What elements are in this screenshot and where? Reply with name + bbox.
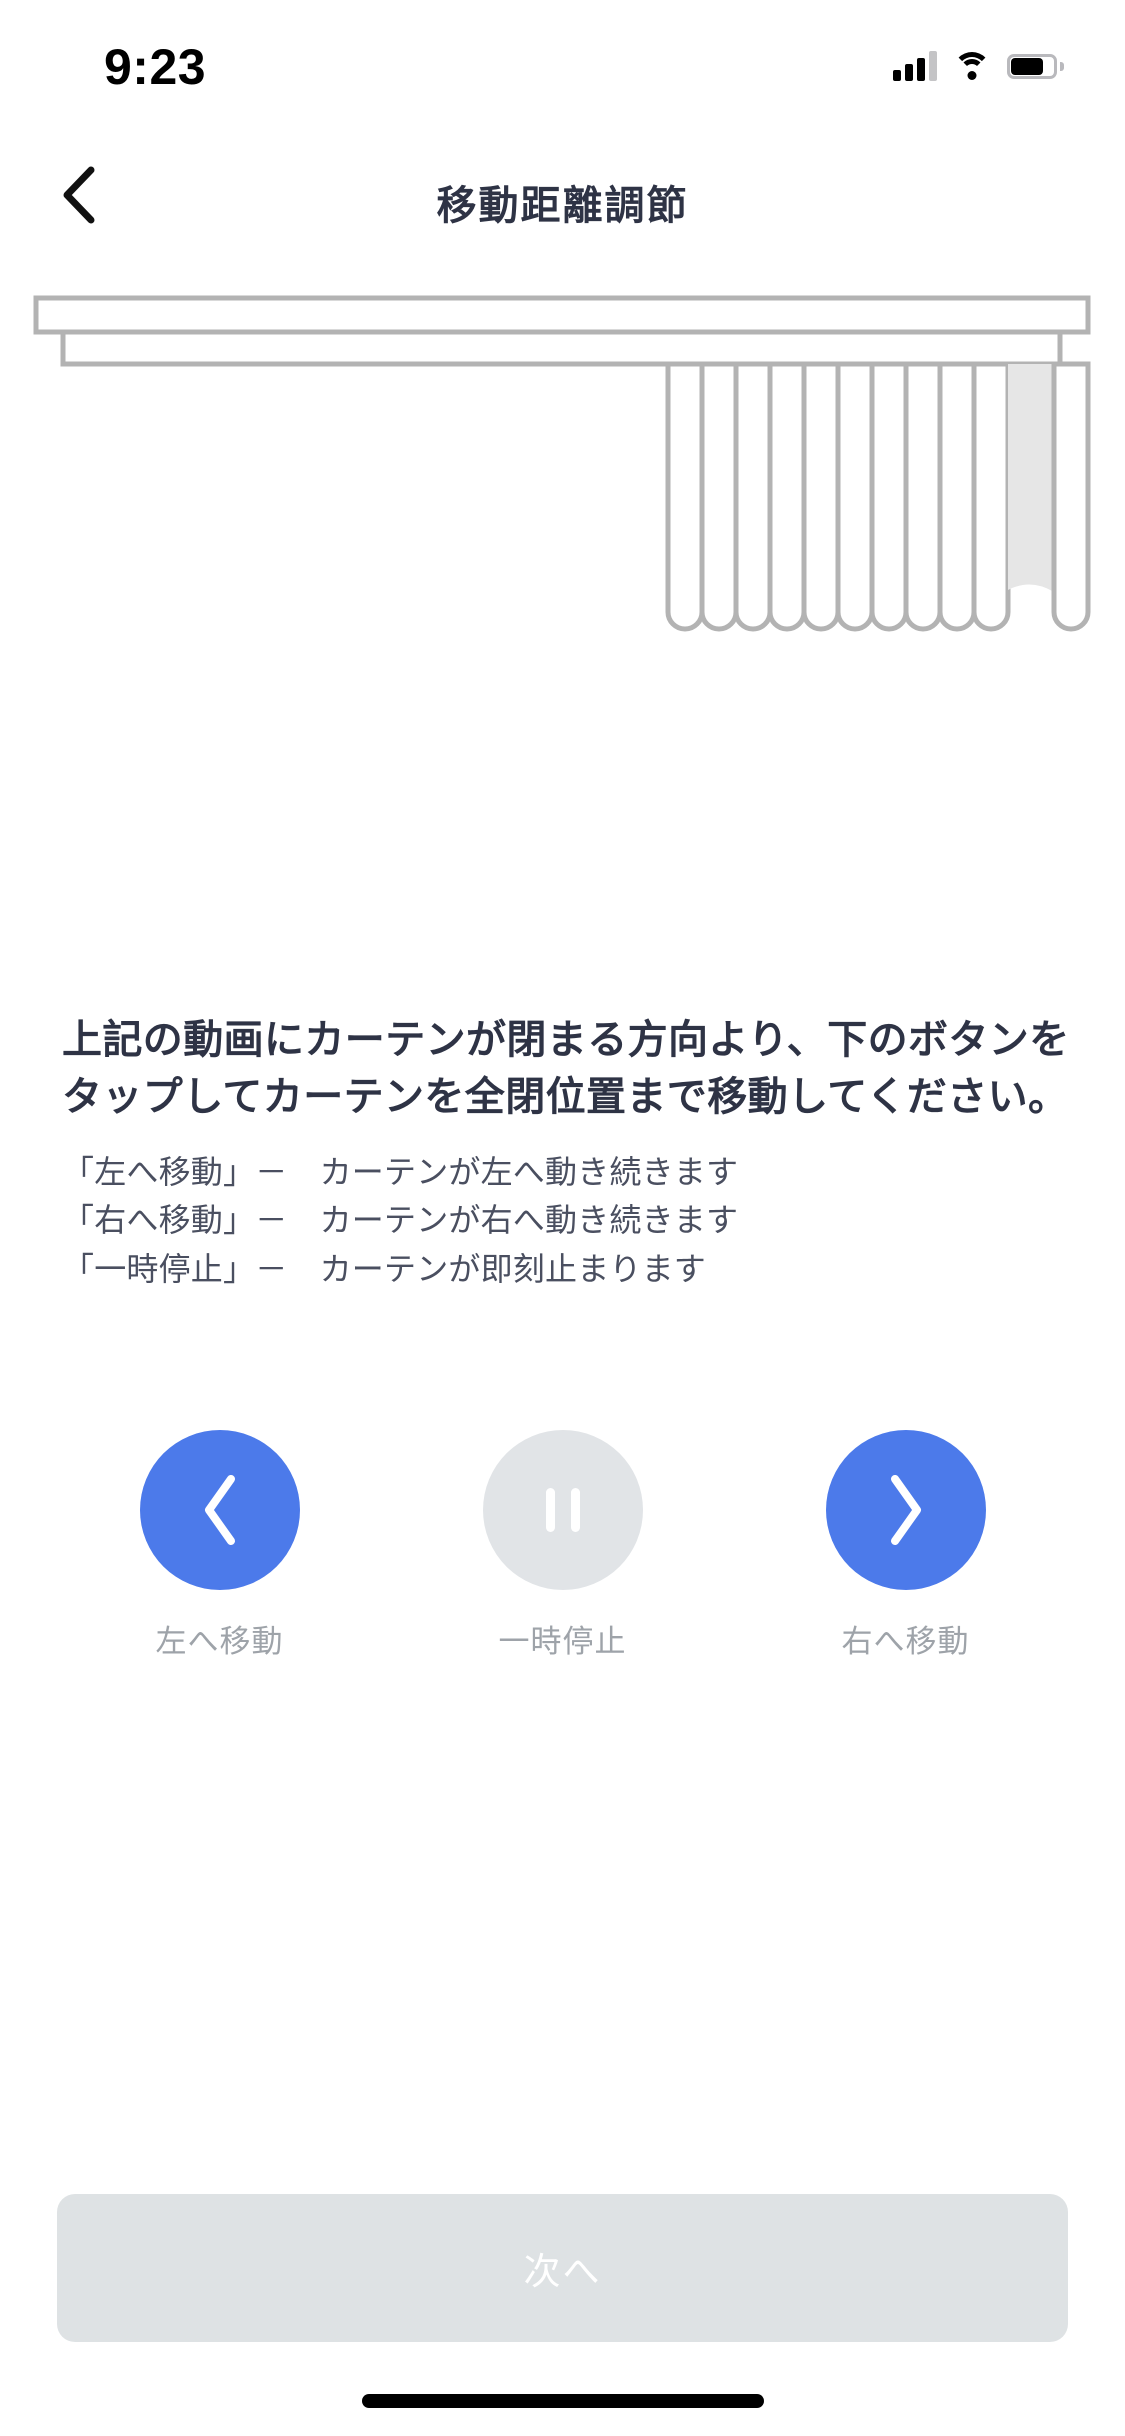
status-indicators [893,44,1064,88]
curtain-animation-preview [0,290,1125,990]
wifi-icon [953,52,991,80]
control-move-left: 左へ移動 [100,1430,340,1661]
control-pause: 一時停止 [443,1430,683,1661]
next-button[interactable]: 次へ [57,2194,1068,2342]
bullet-move-left: 「左へ移動」－ カーテンが左へ動き続きます [62,1153,739,1190]
signal-bars-icon [893,51,937,81]
curtain-illustration-icon [33,295,1091,632]
instruction-block: 上記の動画にカーテンが閉まる方向より、下のボタンをタップしてカーテンを全閉位置ま… [62,1012,1072,1293]
next-button-label: 次へ [523,2251,602,2292]
pause-icon [545,1488,580,1532]
move-right-button[interactable] [825,1430,986,1590]
status-bar: 9:23 [0,0,1125,132]
pause-button[interactable] [482,1430,643,1590]
chevron-left-icon [204,1475,235,1545]
instruction-bullets: 「左へ移動」－ カーテンが左へ動き続きます 「右へ移動」－ カーテンが右へ動き続… [62,1148,1072,1294]
chevron-right-icon [890,1475,921,1545]
bullet-pause: 「一時停止」－ カーテンが即刻止まります [62,1250,707,1287]
app-screen: 9:23 移動距離調節 上記の動画にカーテンが閉まる方向より、下のボタンをタップ… [0,0,1125,2436]
bullet-move-right: 「右へ移動」－ カーテンが右へ動き続きます [62,1202,739,1239]
navigation-bar: 移動距離調節 [0,145,1125,255]
instruction-headline: 上記の動画にカーテンが閉まる方向より、下のボタンをタップしてカーテンを全閉位置ま… [62,1018,1070,1119]
curtain-controls: 左へ移動 一時停止 右へ移動 [0,1430,1125,1661]
move-left-label: 左へ移動 [155,1624,284,1659]
pause-label: 一時停止 [498,1624,627,1659]
home-indicator[interactable] [361,2394,764,2408]
status-time: 9:23 [104,39,207,95]
move-right-label: 右へ移動 [841,1624,970,1659]
battery-icon [1007,53,1064,79]
page-title: 移動距離調節 [436,184,689,228]
move-left-button[interactable] [139,1430,300,1590]
control-move-right: 右へ移動 [786,1430,1026,1661]
